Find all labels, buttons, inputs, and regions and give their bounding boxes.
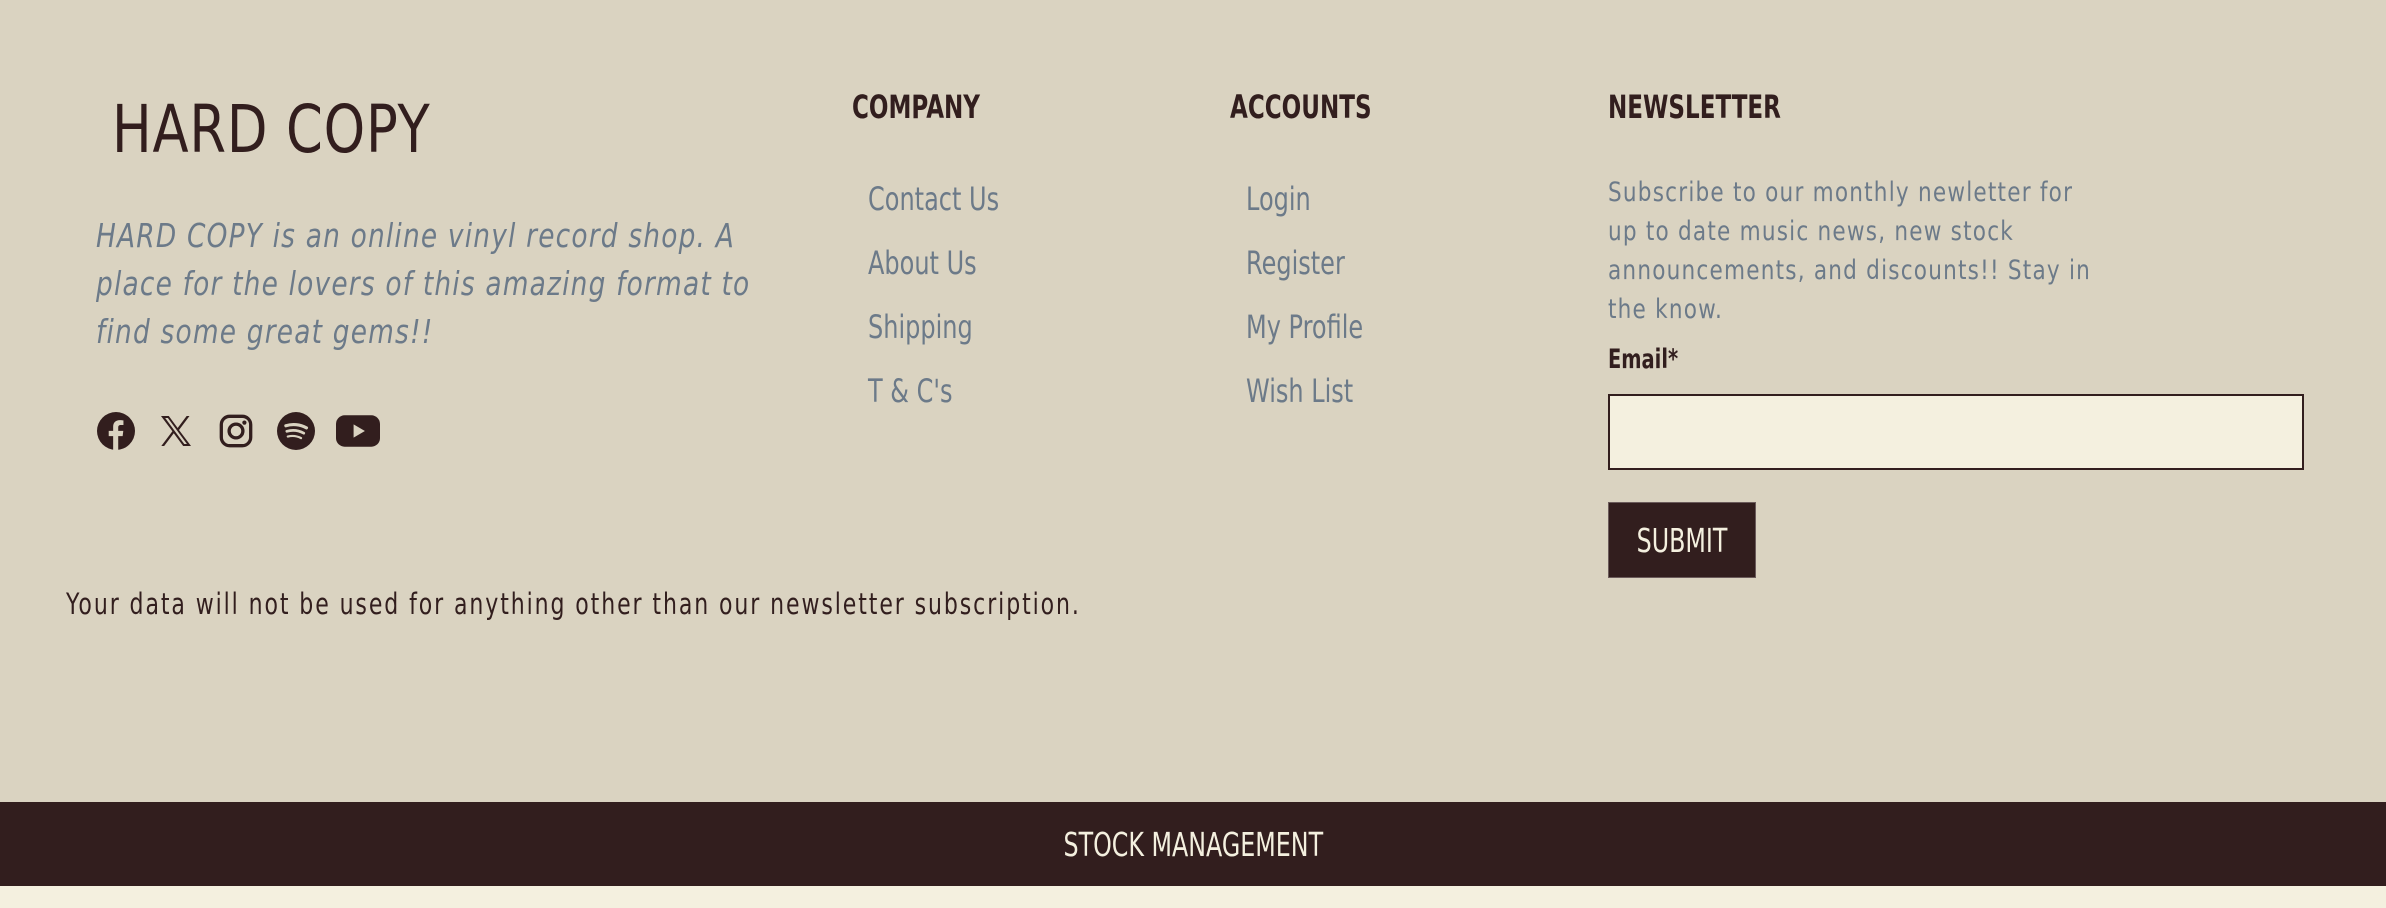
spotify-icon[interactable] xyxy=(276,411,316,451)
brand-logo-text[interactable]: HARD COPY xyxy=(112,84,431,176)
link-shipping[interactable]: Shipping xyxy=(868,303,999,367)
link-login[interactable]: Login xyxy=(1246,175,1363,239)
company-heading: COMPANY xyxy=(852,88,980,126)
newsletter-heading: NEWSLETTER xyxy=(1608,88,1781,126)
site-footer: HARD COPY HARD COPY is an online vinyl r… xyxy=(0,0,2386,802)
link-wish-list[interactable]: Wish List xyxy=(1246,367,1363,431)
submit-button[interactable]: SUBMIT xyxy=(1608,502,1756,578)
brand-tagline: HARD COPY is an online vinyl record shop… xyxy=(96,216,751,351)
submit-label: SUBMIT xyxy=(1636,520,1728,560)
link-about-us[interactable]: About Us xyxy=(868,239,999,303)
link-terms[interactable]: T & C's xyxy=(868,367,999,431)
company-links: Contact Us About Us Shipping T & C's xyxy=(868,175,1043,431)
newsletter-description: Subscribe to our monthly newletter for u… xyxy=(1608,177,2092,325)
social-links xyxy=(96,411,400,451)
link-contact-us[interactable]: Contact Us xyxy=(868,175,999,239)
facebook-icon[interactable] xyxy=(96,411,136,451)
email-field[interactable] xyxy=(1608,394,2304,470)
privacy-disclaimer: Your data will not be used for anything … xyxy=(66,587,1081,621)
stock-management-link[interactable]: STOCK MANAGEMENT xyxy=(0,802,2386,886)
link-register[interactable]: Register xyxy=(1246,239,1363,303)
x-icon[interactable] xyxy=(156,411,196,451)
accounts-links: Login Register My Profile Wish List xyxy=(1246,175,1402,431)
link-my-profile[interactable]: My Profile xyxy=(1246,303,1363,367)
youtube-icon[interactable] xyxy=(336,411,380,451)
email-label: Email* xyxy=(1608,344,1679,375)
stock-management-label: STOCK MANAGEMENT xyxy=(1063,824,1323,864)
accounts-heading: ACCOUNTS xyxy=(1230,88,1372,126)
instagram-icon[interactable] xyxy=(216,411,256,451)
